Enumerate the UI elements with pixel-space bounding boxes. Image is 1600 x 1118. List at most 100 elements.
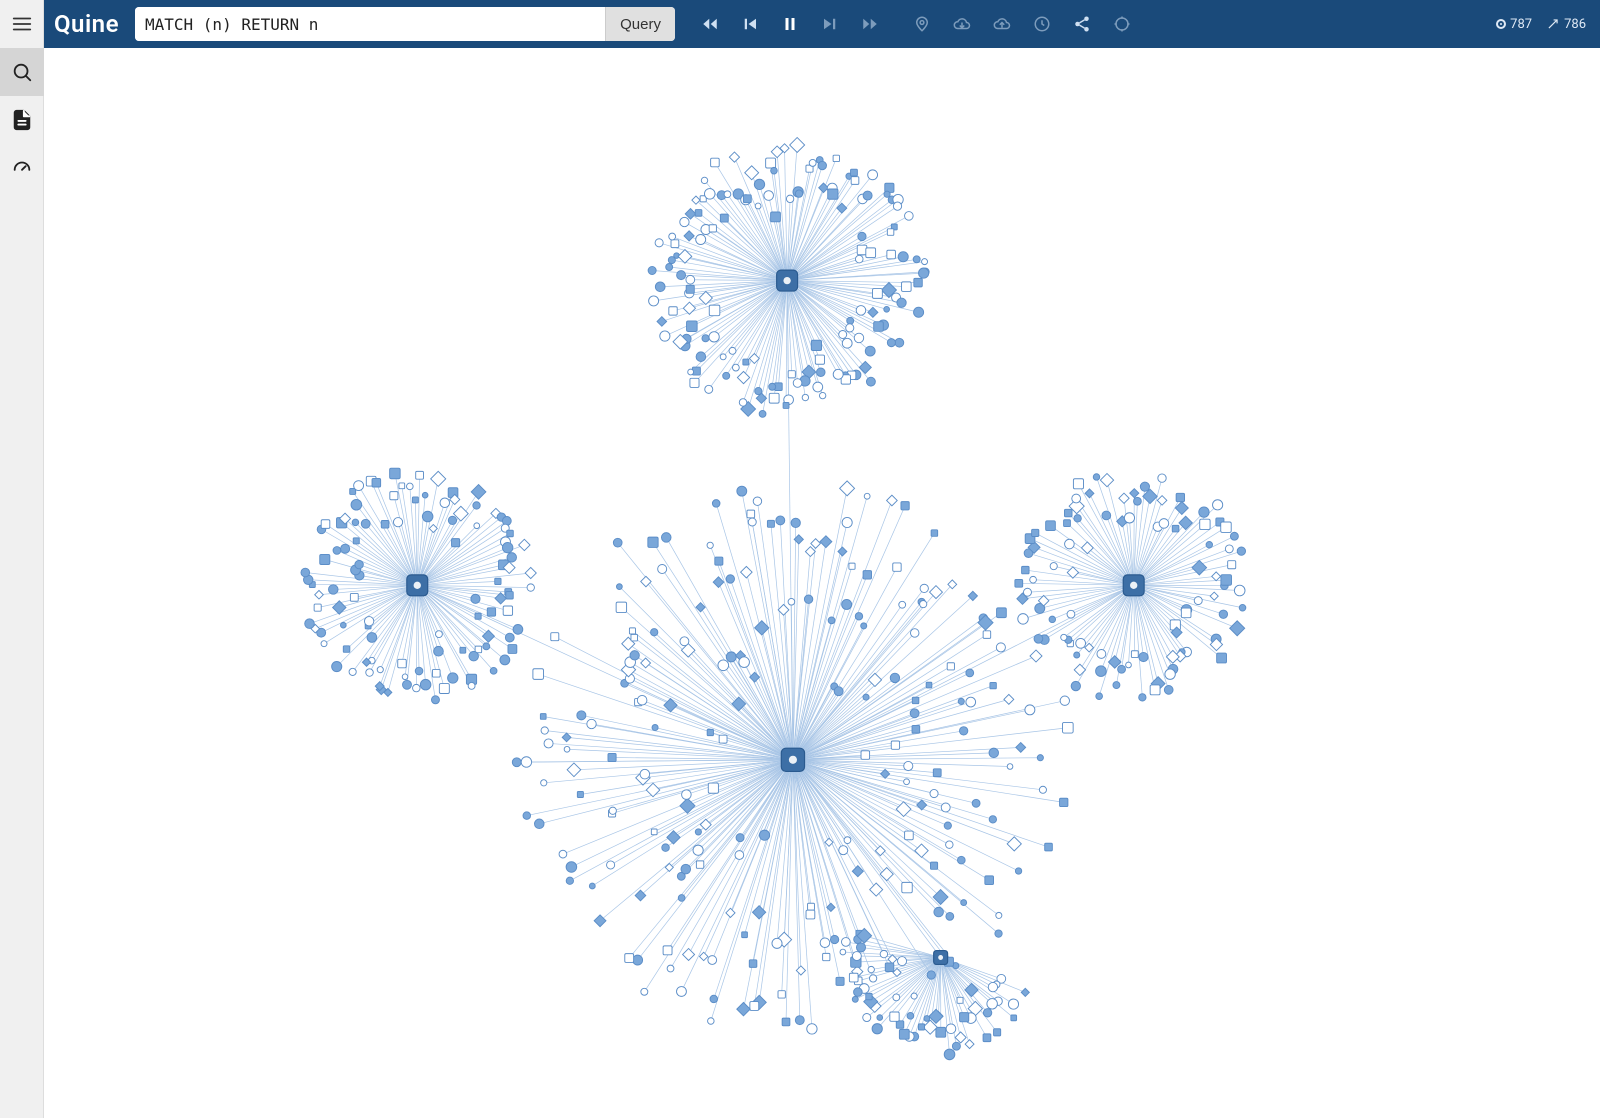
history-button[interactable] (1025, 7, 1059, 41)
graph-node[interactable] (957, 856, 965, 864)
graph-node[interactable] (704, 189, 715, 200)
graph-node[interactable] (1219, 610, 1227, 618)
graph-node[interactable] (1076, 638, 1086, 648)
graph-node[interactable] (390, 492, 398, 500)
graph-node[interactable] (854, 988, 863, 997)
graph-node[interactable] (709, 332, 719, 342)
graph-node[interactable] (633, 955, 643, 965)
graph-node[interactable] (723, 372, 730, 379)
graph-node[interactable] (1102, 511, 1111, 520)
step-back-button[interactable] (733, 7, 767, 41)
graph-node[interactable] (796, 966, 805, 975)
graph-node[interactable] (965, 1040, 974, 1049)
graph-node[interactable] (838, 547, 847, 556)
graph-node[interactable] (474, 523, 480, 529)
graph-node[interactable] (708, 956, 717, 965)
graph-node[interactable] (469, 651, 479, 661)
pause-button[interactable] (773, 7, 807, 41)
graph-node[interactable] (884, 191, 890, 197)
graph-node[interactable] (1039, 786, 1046, 793)
graph-node[interactable] (811, 539, 821, 549)
graph-node[interactable] (468, 682, 475, 689)
graph-node[interactable] (1060, 696, 1069, 705)
graph-node[interactable] (918, 1024, 924, 1030)
graph-node[interactable] (989, 748, 998, 757)
graph-node[interactable] (809, 159, 816, 166)
graph-node[interactable] (637, 695, 647, 705)
graph-node[interactable] (922, 259, 928, 265)
graph-node[interactable] (739, 399, 747, 407)
graph-node[interactable] (475, 613, 481, 619)
graph-node[interactable] (806, 910, 815, 919)
graph-node[interactable] (868, 170, 878, 180)
graph-node[interactable] (842, 599, 852, 609)
graph-node[interactable] (931, 530, 938, 537)
graph-node[interactable] (771, 212, 781, 222)
graph-node[interactable] (533, 669, 544, 680)
graph-node[interactable] (851, 177, 859, 185)
graph-node[interactable] (577, 711, 586, 720)
graph-node[interactable] (996, 643, 1005, 652)
graph-node[interactable] (630, 651, 639, 660)
graph-node[interactable] (776, 516, 785, 525)
graph-node[interactable] (769, 393, 779, 403)
graph-node[interactable] (521, 757, 531, 767)
graph-node[interactable] (926, 682, 932, 688)
graph-node[interactable] (839, 846, 848, 855)
graph-node[interactable] (885, 963, 894, 972)
graph-node[interactable] (519, 539, 530, 550)
graph-node[interactable] (766, 158, 776, 168)
graph-node[interactable] (1081, 542, 1093, 554)
graph-node[interactable] (947, 663, 954, 670)
graph-node[interactable] (726, 575, 734, 583)
graph-node[interactable] (506, 592, 513, 599)
graph-node[interactable] (907, 1012, 914, 1019)
graph-node[interactable] (855, 255, 863, 263)
graph-node[interactable] (917, 800, 927, 810)
graph-node[interactable] (483, 643, 490, 650)
graph-node[interactable] (678, 895, 685, 902)
graph-node[interactable] (1085, 489, 1094, 498)
graph-node[interactable] (495, 578, 501, 584)
graph-node[interactable] (914, 307, 924, 317)
graph-node[interactable] (305, 619, 315, 629)
graph-node[interactable] (712, 500, 720, 508)
graph-node[interactable] (817, 368, 826, 377)
graph-node[interactable] (888, 955, 897, 964)
graph-node[interactable] (402, 674, 408, 680)
graph-node[interactable] (1230, 532, 1238, 540)
sidebar-item-dashboard[interactable] (0, 144, 44, 192)
graph-node[interactable] (782, 1018, 790, 1026)
graph-node[interactable] (1062, 722, 1073, 733)
graph-node[interactable] (660, 331, 670, 341)
graph-node[interactable] (1096, 693, 1103, 700)
graph-node[interactable] (432, 669, 440, 677)
graph-node[interactable] (607, 861, 615, 869)
graph-node[interactable] (708, 1018, 715, 1025)
graph-node[interactable] (983, 1009, 991, 1017)
graph-node[interactable] (1230, 621, 1245, 636)
graph-node[interactable] (863, 571, 871, 579)
graph-node[interactable] (707, 729, 713, 735)
graph-node[interactable] (677, 987, 687, 997)
graph-node[interactable] (1130, 489, 1139, 498)
graph-node[interactable] (566, 877, 573, 884)
graph-node[interactable] (333, 547, 341, 555)
graph-node[interactable] (625, 954, 634, 963)
graph-node[interactable] (1021, 988, 1029, 996)
graph-node[interactable] (652, 724, 658, 730)
graph-node[interactable] (941, 803, 950, 812)
graph-node[interactable] (1159, 519, 1169, 529)
graph-node[interactable] (807, 1024, 817, 1034)
graph-node[interactable] (513, 624, 523, 634)
graph-node[interactable] (735, 851, 744, 860)
graph-node[interactable] (920, 584, 928, 592)
graph-node[interactable] (808, 903, 815, 910)
graph-node[interactable] (473, 502, 480, 509)
graph-node[interactable] (609, 807, 616, 814)
graph-node[interactable] (711, 158, 720, 167)
graph-node[interactable] (1199, 507, 1209, 517)
graph-node[interactable] (413, 684, 420, 691)
graph-node[interactable] (503, 606, 512, 615)
graph-node[interactable] (778, 604, 789, 615)
